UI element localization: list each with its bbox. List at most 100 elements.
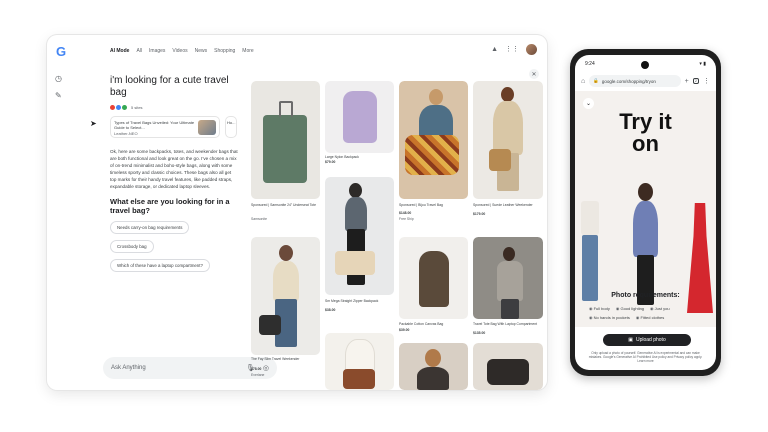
image-icon: ▣ <box>628 337 633 343</box>
tab-count-icon[interactable]: 2 <box>692 78 699 84</box>
new-chat-icon[interactable]: ✎ <box>55 92 62 100</box>
product-image <box>251 81 320 199</box>
handbag-shape <box>487 359 529 385</box>
tab-images[interactable]: Images <box>149 48 165 54</box>
tab-ai-mode[interactable]: AI Mode <box>110 48 129 54</box>
suggestion-chip[interactable]: Which of these have a laptop compartment… <box>110 259 210 272</box>
tab-more[interactable]: More <box>242 48 253 54</box>
product-card[interactable]: Travel Tote Bag With Laptop Compartment … <box>473 237 543 337</box>
model-body <box>345 197 367 231</box>
suggestion-chip[interactable]: Crossbody bag <box>110 240 154 253</box>
model-body <box>273 261 299 301</box>
history-icon[interactable]: ◷ <box>55 75 62 83</box>
suggestion-chips: Needs carry-on bag requirements Crossbod… <box>110 221 240 272</box>
requirement-item: No hands in pockets <box>589 315 630 320</box>
model-head <box>349 183 362 198</box>
product-card[interactable]: Packable Cotton Canvas Bag $39.00 <box>399 237 468 337</box>
product-store: Everlane <box>251 373 265 377</box>
source-card[interactable]: Types of Travel Bags Unveiled: Your Ulti… <box>110 116 220 138</box>
model-head <box>501 87 514 102</box>
tab-news[interactable]: News <box>195 48 208 54</box>
model-legs <box>501 299 519 319</box>
product-card[interactable] <box>325 333 394 390</box>
product-card[interactable] <box>399 343 468 390</box>
product-image <box>399 81 468 199</box>
home-icon[interactable]: ⌂ <box>581 78 585 85</box>
product-card[interactable]: Sponsored | Suede Leather Weekender $179… <box>473 81 543 231</box>
brown-bag-shape <box>343 369 375 389</box>
top-bar: G AI Mode All Images Videos News Shoppin… <box>47 35 547 67</box>
luggage-handle <box>279 101 293 117</box>
tab-all[interactable]: All <box>136 48 142 54</box>
browser-url-bar: ⌂ 🔒 google.com/shopping/tryon + 2 ⋮ <box>581 74 710 88</box>
product-store: Samsonite <box>251 217 268 221</box>
source-card[interactable]: Ho... <box>225 116 237 138</box>
product-price: $79.00 <box>325 160 336 164</box>
site-favicons <box>110 105 127 110</box>
product-price: $38.00 <box>325 308 336 312</box>
tab-shopping[interactable]: Shopping <box>214 48 235 54</box>
close-icon[interactable]: ✕ <box>529 69 539 79</box>
product-card[interactable]: Large Nylon Backpack $79.00 <box>325 81 394 173</box>
product-card[interactable]: The Fay Slim Travel Weekender $78.00 Eve… <box>251 237 320 387</box>
chat-panel: i'm looking for a cute travel bag 5 site… <box>110 75 240 272</box>
product-price: $179.00 <box>473 212 486 216</box>
tab-videos[interactable]: Videos <box>172 48 187 54</box>
followup-question: What else are you looking for in a trave… <box>110 197 230 215</box>
flask-icon[interactable]: ▲ <box>491 46 498 53</box>
product-image <box>325 81 394 153</box>
product-image <box>473 237 543 319</box>
source-thumbnail <box>198 120 216 135</box>
product-caption: Sm Mega Straight Zipper Backpack <box>325 299 379 303</box>
url-field[interactable]: 🔒 google.com/shopping/tryon <box>589 75 681 87</box>
google-logo[interactable]: G <box>56 44 66 59</box>
phone-device: 9:24 ▾ ▮ ⌂ 🔒 google.com/shopping/tryon +… <box>570 49 721 376</box>
model-head <box>425 349 441 367</box>
upload-photo-button[interactable]: ▣ Upload photo <box>603 334 691 346</box>
product-image <box>473 343 543 390</box>
tote-bag-shape <box>489 149 511 171</box>
sources-row[interactable]: 5 sites <box>110 105 240 110</box>
ask-placeholder: Ask Anything <box>111 365 146 371</box>
avatar[interactable] <box>526 44 537 55</box>
model-head <box>503 247 515 261</box>
url-text: google.com/shopping/tryon <box>601 78 656 84</box>
product-price: $148.00 <box>399 211 412 215</box>
side-rail: ◷ ✎ <box>55 75 62 100</box>
apps-grid-icon[interactable]: ⋮⋮ <box>505 46 519 53</box>
requirement-item: Fitted clothes <box>636 315 664 320</box>
product-caption: Sponsored | Samsonite 24" Underseat Tote <box>251 203 316 207</box>
backpack-shape <box>419 251 449 307</box>
desktop-browser-window: G AI Mode All Images Videos News Shoppin… <box>47 35 547 390</box>
product-image <box>473 81 543 199</box>
upload-label: Upload photo <box>635 337 666 343</box>
product-price: $135.00 <box>473 331 486 335</box>
product-store: Free Ship <box>399 217 414 221</box>
model-head <box>638 183 653 201</box>
ai-answer-text: Ok, here are some backpacks, totes, and … <box>110 149 238 189</box>
requirement-item: Just you <box>650 306 670 311</box>
search-tabs: AI Mode All Images Videos News Shopping … <box>110 48 254 54</box>
product-caption: Sponsored | Bijou Travel Bag <box>399 203 443 207</box>
more-vert-icon[interactable]: ⋮ <box>703 78 710 85</box>
product-image <box>251 237 320 355</box>
source-title: Ho... <box>227 120 236 125</box>
lock-icon: 🔒 <box>593 78 599 83</box>
status-time: 9:24 <box>585 61 595 67</box>
product-image <box>399 343 468 390</box>
mouse-cursor-icon: ➤ <box>90 119 97 128</box>
patterned-bag-shape <box>405 135 459 175</box>
product-card[interactable] <box>473 343 543 390</box>
backpack-shape <box>343 91 377 143</box>
new-tab-icon[interactable]: + <box>685 78 689 85</box>
product-card[interactable]: Sm Mega Straight Zipper Backpack $38.00 <box>325 177 394 327</box>
product-card[interactable]: Sponsored | Bijou Travel Bag $148.00 Fre… <box>399 81 468 231</box>
product-card[interactable]: Sponsored | Samsonite 24" Underseat Tote… <box>251 81 320 231</box>
product-caption: Travel Tote Bag With Laptop Compartment <box>473 322 538 326</box>
sweater-garment-image <box>581 201 599 235</box>
suggestion-chip[interactable]: Needs carry-on bag requirements <box>110 221 190 234</box>
chevron-down-icon[interactable]: ⌄ <box>583 98 594 109</box>
product-price: $78.00 <box>251 367 262 371</box>
product-caption: Sponsored | Suede Leather Weekender <box>473 203 533 207</box>
tote-bag-shape <box>259 315 281 335</box>
